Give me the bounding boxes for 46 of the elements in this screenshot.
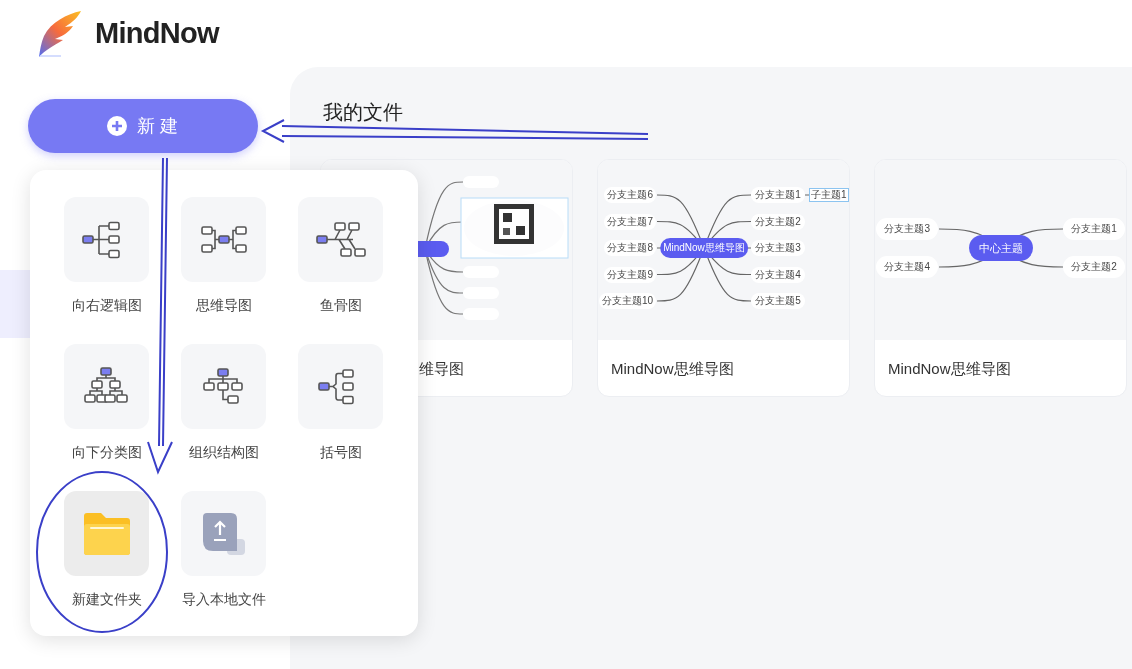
branch-topic: 分支主题7 [604,213,656,230]
plus-icon [107,116,128,136]
branch-topic: 分支主题4 [876,256,938,278]
file-title: 维导图 [419,358,464,379]
file-card[interactable]: 分支主题6 分支主题7 分支主题8 分支主题9 分支主题10 分支主题1 子主题1 分支主题2 分支主题3 分支主题4 分支主题5 MindNow思维导图 MindNow思维导图 [597,159,850,397]
branch-topic: 分支主题8 [604,240,656,256]
template-tile[interactable] [181,491,266,576]
template-label: 向右逻辑图 [71,296,142,315]
file-title: MindNow思维导图 [611,358,734,379]
template-label: 鱼骨图 [319,296,362,315]
template-tile[interactable] [298,197,383,282]
upload-file-icon [200,510,247,557]
branch-topic: 分支主题9 [604,266,656,283]
template-tile[interactable] [64,491,149,576]
branch-topic: 分支主题10 [598,293,656,309]
central-topic: 中心主题 [969,235,1033,261]
template-label: 导入本地文件 [181,590,266,609]
template-tile[interactable] [298,344,383,429]
branch-topic: 分支主题3 [751,240,805,256]
logo-text: MindNow [95,15,219,51]
connector-line [804,194,809,196]
branch-topic: 分支主题1 [1063,218,1125,240]
subtopic: 子主题1 [809,188,849,202]
folder-icon [81,511,132,556]
central-topic: MindNow思维导图 [660,238,748,258]
template-label: 新建文件夹 [71,590,142,609]
file-card[interactable]: 分支主题3 分支主题4 分支主题1 分支主题2 中心主题 MindNow思维导图 [874,159,1127,397]
template-tile[interactable] [64,197,149,282]
branch-topic: 分支主题5 [751,293,805,309]
branch-topic: 分支主题2 [751,213,805,230]
template-label: 括号图 [319,443,362,462]
branch-topic: 分支主题2 [1063,256,1125,278]
file-title: MindNow思维导图 [888,358,1011,379]
template-label: 组织结构图 [188,443,259,462]
branch-topic: 分支主题3 [876,218,938,240]
template-tile[interactable] [181,344,266,429]
template-label: 思维导图 [195,296,252,315]
template-label: 向下分类图 [71,443,142,462]
branch-topic: 分支主题1 [751,187,805,203]
branch-topic: 分支主题6 [604,187,656,203]
template-tile[interactable] [64,344,149,429]
branch-topic: 分支主题4 [751,266,805,283]
section-title: 我的文件 [323,100,404,124]
new-button[interactable]: 新 建 [28,99,258,153]
template-tile[interactable] [181,197,266,282]
feather-logo-icon [37,9,83,58]
